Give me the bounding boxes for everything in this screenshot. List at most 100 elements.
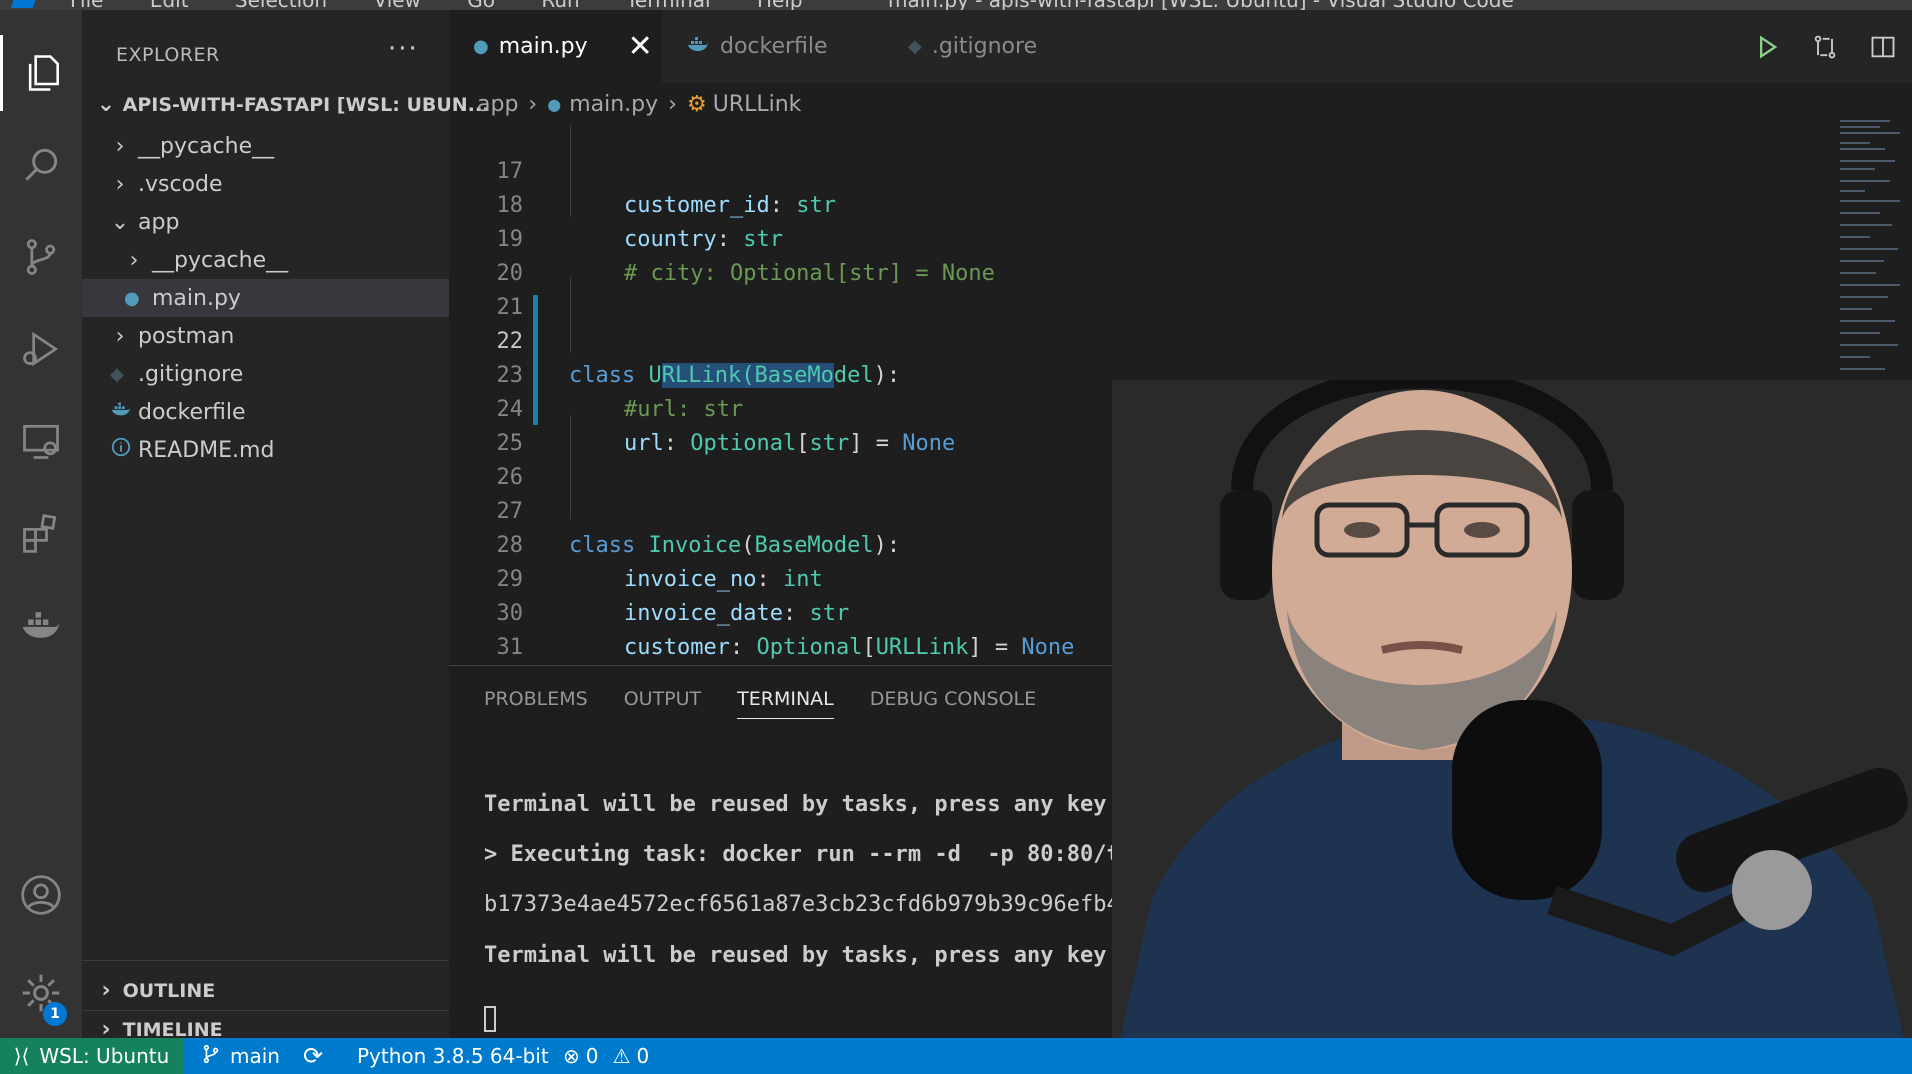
code-line-current: 22 class URLLink(BaseModel): [449,291,1849,388]
problems-indicator[interactable]: ⊗ 0 ⚠ 0 [563,1038,649,1074]
sync-icon[interactable]: ⟳ [303,1038,323,1074]
explorer-header: EXPLORER [116,44,220,66]
code-line: 19 # city: Optional[str] = None [449,189,1849,286]
git-file-icon: ◆ [110,363,124,385]
tab-problems[interactable]: PROBLEMS [484,688,588,719]
menu-file[interactable]: File [70,0,103,10]
breadcrumb-symbol[interactable]: URLLink [713,92,802,117]
docker-icon[interactable] [0,587,82,663]
chevron-right-icon: › [129,247,139,273]
menu-bar: File Edit Selection View Go Run Terminal… [70,0,843,10]
window-title: main.py - apis-with-fastapi [WSL: Ubuntu… [888,0,1514,10]
remote-indicator[interactable]: ⟩⟨ WSL: Ubuntu [0,1038,183,1074]
git-branch[interactable]: main [200,1038,280,1074]
more-actions-icon[interactable]: ··· [388,34,419,64]
title-bar: File Edit Selection View Go Run Terminal… [0,0,1912,10]
explorer-sidebar: EXPLORER ··· ⌄ APIS-WITH-FASTAPI [WSL: U… [82,10,489,1042]
tab-dockerfile[interactable]: dockerfile [662,10,880,83]
vscode-logo-icon [10,0,40,8]
search-icon[interactable] [0,127,82,203]
breadcrumb-file[interactable]: main.py [569,92,658,117]
tab-gitignore[interactable]: ◆ .gitignore [880,10,1080,83]
run-debug-icon[interactable] [0,311,82,387]
warning-icon: ⚠ [612,1044,631,1068]
webcam-overlay [1112,380,1912,1074]
docker-file-icon [686,32,710,62]
tree-item-label: app [138,209,180,235]
class-symbol-icon: ⚙ [686,91,707,117]
workspace-folder-label: APIS-WITH-FASTAPI [WSL: UBUN... [122,94,490,116]
settings-badge: 1 [43,1002,67,1026]
editor-tabs: ● main.py ✕ dockerfile ◆ .gitignore [449,10,1912,83]
presenter-image [1112,380,1912,1074]
menu-run[interactable]: Run [541,0,579,10]
tab-terminal[interactable]: TERMINAL [737,688,834,719]
menu-edit[interactable]: Edit [150,0,189,10]
tree-file-dockerfile[interactable]: dockerfile [82,393,449,431]
divider [82,960,449,961]
panel-tabs: PROBLEMS OUTPUT TERMINAL DEBUG CONSOLE [484,688,1072,719]
compare-changes-icon[interactable] [1796,33,1854,61]
terminal-cursor[interactable] [484,1006,496,1032]
remote-explorer-icon[interactable] [0,403,82,479]
tree-item-label: main.py [152,285,241,311]
menu-go[interactable]: Go [467,0,495,10]
python-interpreter[interactable]: Python 3.8.5 64-bit [357,1038,549,1074]
info-icon [110,436,131,464]
tree-folder-vscode[interactable]: › .vscode [82,165,449,203]
breadcrumb: app › ● main.py › ⚙ URLLink [449,83,1912,125]
source-control-icon[interactable] [0,219,82,295]
tree-file-main-py[interactable]: ● main.py [82,279,449,317]
breadcrumb-app[interactable]: app [477,92,518,117]
tab-main-py[interactable]: ● main.py ✕ [449,10,662,83]
menu-terminal[interactable]: Terminal [626,0,711,10]
account-icon[interactable] [0,857,82,933]
chevron-right-icon: › [115,133,125,159]
tab-label: main.py [498,34,588,59]
docker-file-icon [110,398,131,426]
extensions-icon[interactable] [0,495,82,571]
git-file-icon: ◆ [908,36,922,57]
tree-folder-pycache[interactable]: › __pycache__ [82,127,449,165]
outline-label: OUTLINE [122,980,216,1002]
tree-item-label: dockerfile [138,399,246,425]
remote-label: WSL: Ubuntu [39,1044,170,1068]
terminal-line: > Executing task: docker run --rm -d -p … [484,842,1186,867]
chevron-right-icon: › [115,323,125,349]
tree-file-gitignore[interactable]: ◆ .gitignore [82,355,449,393]
code-line: 23 #url: str [449,325,1849,422]
explorer-icon[interactable] [0,35,82,111]
code-line: 21 [449,257,1849,320]
tree-item-label: README.md [138,437,275,463]
terminal-line: b17373e4ae4572ecf6561a87e3cb23cfd6b979b3… [484,892,1134,917]
code-line: 18 country: str [449,155,1849,252]
error-count: 0 [585,1044,599,1068]
minimap[interactable] [1840,120,1912,380]
tab-output[interactable]: OUTPUT [624,688,701,719]
divider [82,1010,449,1011]
manage-gear-icon[interactable] [0,955,82,1031]
menu-help[interactable]: Help [757,0,803,10]
code-line: 17 customer_id: str [449,125,1849,218]
branch-label: main [230,1044,280,1068]
python-file-icon: ● [124,287,140,309]
tree-folder-app-pycache[interactable]: › __pycache__ [82,241,449,279]
tab-debug-console[interactable]: DEBUG CONSOLE [870,688,1036,719]
outline-section[interactable]: › OUTLINE [96,978,215,1003]
tab-label: .gitignore [931,34,1038,59]
tree-file-readme[interactable]: README.md [82,431,449,469]
run-icon[interactable] [1738,33,1796,61]
status-bar: ⟩⟨ WSL: Ubuntu main ⟳ Python 3.8.5 64-bi… [0,1038,1912,1074]
terminal-line: Terminal will be reused by tasks, press … [484,943,1107,968]
tree-folder-postman[interactable]: › postman [82,317,449,355]
close-icon[interactable]: ✕ [628,29,653,64]
menu-selection[interactable]: Selection [235,0,327,10]
split-editor-icon[interactable] [1854,33,1912,61]
python-file-icon: ● [473,36,489,57]
workspace-folder[interactable]: ⌄ APIS-WITH-FASTAPI [WSL: UBUN... [96,92,490,117]
code-line: 20 [449,223,1849,286]
menu-view[interactable]: View [373,0,420,10]
chevron-down-icon: ⌄ [110,209,130,235]
activity-bar: 1 [0,10,82,1038]
tree-folder-app[interactable]: ⌄ app [82,203,449,241]
